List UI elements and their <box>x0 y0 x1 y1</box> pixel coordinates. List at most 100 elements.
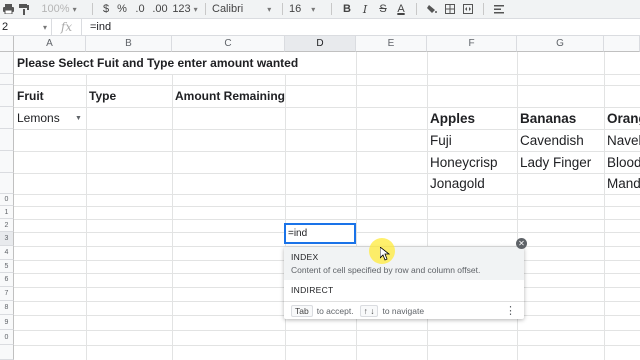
name-box-value: 2 <box>2 21 9 33</box>
apples-header-cell[interactable]: Apples <box>430 107 475 129</box>
arrow-keys-hint: ↑ ↓ <box>359 304 379 317</box>
mouse-pointer-icon <box>380 247 390 261</box>
apple-cell-2[interactable]: Honeycrisp <box>430 151 498 173</box>
currency-button[interactable]: $ <box>99 0 113 18</box>
row-header[interactable]: 8 <box>0 301 14 315</box>
bold-button[interactable]: B <box>338 0 356 18</box>
dropdown-arrow-icon[interactable]: ▼ <box>75 115 82 122</box>
row-header[interactable]: 2 <box>0 219 14 232</box>
row-header[interactable]: 4 <box>0 246 14 260</box>
orange-cell-2[interactable]: Blood <box>607 151 640 173</box>
row-header[interactable]: 0 <box>0 194 14 206</box>
column-header-c[interactable]: C <box>172 36 285 52</box>
row-header[interactable] <box>0 345 14 360</box>
grid-line <box>14 194 640 195</box>
row-header[interactable]: 1 <box>0 206 14 219</box>
cell-editor-input[interactable]: =ind <box>284 223 356 244</box>
banana-cell-2[interactable]: Lady Finger <box>520 151 591 173</box>
divider <box>483 3 484 15</box>
row-header[interactable] <box>0 52 14 74</box>
chevron-down-icon: ▾ <box>42 22 47 32</box>
strikethrough-button[interactable]: S <box>374 0 392 18</box>
grid-line <box>14 173 640 174</box>
row-header[interactable]: 5 <box>0 260 14 273</box>
row-header[interactable]: 7 <box>0 287 14 301</box>
close-icon[interactable]: ✕ <box>516 238 527 249</box>
row-header[interactable]: 6 <box>0 273 14 287</box>
row-header[interactable] <box>0 129 14 151</box>
formula-bar: 2 ▾ fx =ind <box>0 18 640 36</box>
chevron-down-icon: ▾ <box>193 4 198 14</box>
banana-cell-1[interactable]: Cavendish <box>520 129 584 151</box>
row-header[interactable] <box>0 173 14 194</box>
row-header[interactable] <box>0 74 14 85</box>
suggestion-name: INDIRECT <box>291 285 334 295</box>
chevron-down-icon: ▾ <box>267 4 272 14</box>
number-format-button[interactable]: 123 ▾ <box>171 0 199 18</box>
more-vert-icon[interactable]: ⋮ <box>505 304 516 317</box>
zoom-value: 100% <box>41 3 70 15</box>
borders-icon[interactable] <box>441 0 459 18</box>
divider <box>416 3 417 15</box>
formula-input[interactable]: =ind <box>82 21 111 33</box>
divider <box>205 3 206 15</box>
print-icon[interactable] <box>0 0 16 18</box>
tab-key-hint: Tab <box>291 304 313 317</box>
name-box[interactable]: 2 ▾ <box>0 19 52 35</box>
fruit-header-cell[interactable]: Fruit <box>17 85 44 107</box>
zoom-select[interactable]: 100% ▾ <box>32 0 86 18</box>
oranges-header-cell[interactable]: Orang <box>607 107 640 129</box>
text-color-button[interactable]: A <box>392 0 410 18</box>
fruit-dropdown-cell[interactable]: Lemons <box>17 107 60 129</box>
column-header-g[interactable]: G <box>517 36 604 52</box>
suggestion-description: Content of cell specified by row and col… <box>291 265 481 275</box>
amount-header-cell[interactable]: Amount Remaining <box>175 85 285 107</box>
fill-color-icon[interactable] <box>423 0 441 18</box>
title-cell[interactable]: Please Select Fuit and Type enter amount… <box>17 52 303 74</box>
divider <box>331 3 332 15</box>
paint-format-icon[interactable] <box>16 0 32 18</box>
bananas-header-cell[interactable]: Bananas <box>520 107 576 129</box>
suggestion-indirect[interactable]: INDIRECT <box>284 280 524 301</box>
grid-line <box>14 74 640 75</box>
row-header[interactable] <box>0 151 14 173</box>
apple-cell-3[interactable]: Jonagold <box>430 173 485 194</box>
grid-line <box>14 206 640 207</box>
row-header[interactable]: 0 <box>0 330 14 345</box>
row-header[interactable] <box>0 85 14 107</box>
suggestion-index[interactable]: INDEX Content of cell specified by row a… <box>284 247 524 280</box>
row-header[interactable]: 9 <box>0 315 14 330</box>
font-size-value: 16 <box>289 3 302 15</box>
percent-button[interactable]: % <box>113 0 131 18</box>
font-select[interactable]: Calibri ▾ <box>212 0 276 18</box>
chevron-down-icon: ▾ <box>311 4 316 14</box>
orange-cell-3[interactable]: Mand <box>607 173 640 194</box>
popup-footer: Tab to accept. ↑ ↓ to navigate <box>284 301 524 319</box>
column-header-f[interactable]: F <box>427 36 517 52</box>
grid-line <box>14 345 640 346</box>
column-header-a[interactable]: A <box>14 36 86 52</box>
suggestion-name: INDEX <box>291 252 319 262</box>
divider <box>282 3 283 15</box>
toolbar: 100% ▾ $ % .0 .00 123 ▾ Calibri ▾ 16 ▾ B I S… <box>0 0 640 18</box>
italic-button[interactable]: I <box>356 0 374 18</box>
font-value: Calibri <box>212 3 244 15</box>
apple-cell-1[interactable]: Fuji <box>430 129 452 151</box>
number-format-label: 123 <box>172 3 191 15</box>
orange-cell-1[interactable]: Navel <box>607 129 640 151</box>
type-header-cell[interactable]: Type <box>89 85 116 107</box>
column-header-d[interactable]: D <box>285 36 356 52</box>
column-header-e[interactable]: E <box>356 36 427 52</box>
increase-decimal-button[interactable]: .00 <box>149 0 171 18</box>
merge-cells-icon[interactable] <box>459 0 477 18</box>
font-size-select[interactable]: 16 ▾ <box>289 0 325 18</box>
select-all-corner[interactable] <box>0 36 14 52</box>
column-header-b[interactable]: B <box>86 36 172 52</box>
decrease-decimal-button[interactable]: .0 <box>131 0 149 18</box>
align-icon[interactable] <box>490 0 508 18</box>
column-header-h[interactable] <box>604 36 640 52</box>
navigate-hint: to navigate <box>382 305 425 316</box>
fx-icon: fx <box>52 19 82 35</box>
row-header-active[interactable]: 3 <box>0 232 14 246</box>
row-header[interactable] <box>0 107 14 129</box>
